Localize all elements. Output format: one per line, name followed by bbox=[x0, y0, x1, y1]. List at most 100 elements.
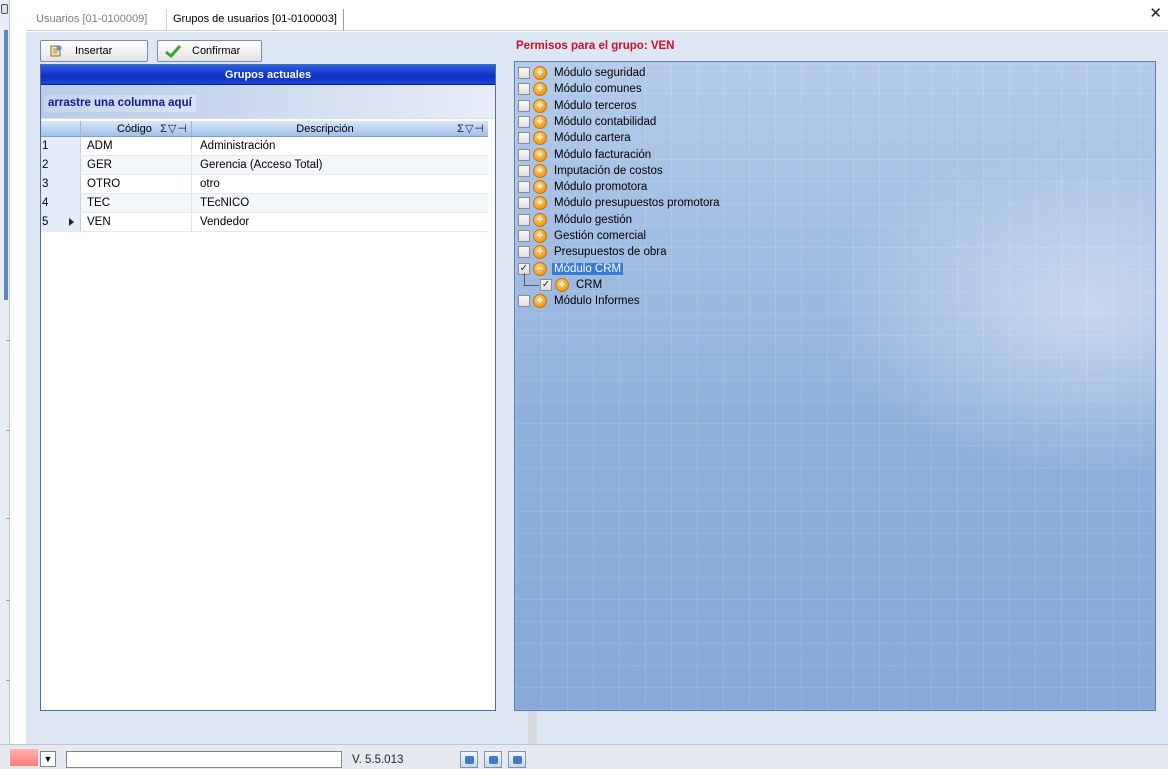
table-row[interactable]: 5 VEN Vendedor bbox=[41, 213, 488, 232]
table-row[interactable]: 4 TEC TEcNICO bbox=[41, 194, 488, 213]
tree-item[interactable]: + Módulo comunes bbox=[518, 81, 644, 97]
close-icon[interactable]: ✕ bbox=[1149, 6, 1162, 21]
row-number: 1 bbox=[41, 137, 81, 155]
expand-icon[interactable]: + bbox=[533, 131, 547, 145]
cell-code[interactable]: OTRO bbox=[81, 175, 192, 193]
expand-icon[interactable]: + bbox=[533, 196, 547, 210]
expand-icon[interactable]: + bbox=[533, 294, 547, 308]
status-button-1[interactable] bbox=[460, 751, 478, 768]
cell-code[interactable]: ADM bbox=[81, 137, 192, 155]
expand-icon[interactable]: + bbox=[533, 213, 547, 227]
version-label: V. 5.5.013 bbox=[352, 754, 404, 766]
tree-checkbox[interactable] bbox=[518, 149, 530, 161]
status-bar: ▼ V. 5.5.013 bbox=[0, 744, 1168, 769]
tree-item[interactable]: −Módulo CRM bbox=[518, 261, 624, 277]
tree-checkbox[interactable] bbox=[518, 246, 530, 258]
group-by-area[interactable]: arrastre una columna aquí bbox=[41, 85, 495, 119]
grid-header: Código Σ▽⊣ Descripción Σ▽⊣ bbox=[41, 121, 488, 137]
tab-grupos-usuarios[interactable]: Grupos de usuarios [01-0100003] bbox=[166, 9, 344, 30]
tree-item[interactable]: + CRM bbox=[540, 277, 604, 293]
tree-checkbox[interactable] bbox=[540, 279, 552, 291]
tree-item[interactable]: + Módulo cartera bbox=[518, 130, 633, 146]
cell-description[interactable]: Vendedor bbox=[192, 213, 488, 231]
status-field[interactable] bbox=[66, 751, 342, 768]
cell-description[interactable]: Administración bbox=[192, 137, 488, 155]
cell-description[interactable]: TEcNICO bbox=[192, 194, 488, 212]
row-number-text: 1 bbox=[42, 140, 49, 152]
expand-icon[interactable]: + bbox=[533, 180, 547, 194]
tree-item[interactable]: + Imputación de costos bbox=[518, 163, 665, 179]
table-row[interactable]: 2 GER Gerencia (Acceso Total) bbox=[41, 156, 488, 175]
expand-icon[interactable]: + bbox=[533, 66, 547, 80]
tree-item-label: Módulo Informes bbox=[554, 295, 640, 307]
tree-item[interactable]: + Módulo seguridad bbox=[518, 65, 647, 81]
sum-filter-pin-icon[interactable]: Σ▽⊣ bbox=[457, 121, 485, 137]
tree-checkbox[interactable] bbox=[518, 214, 530, 226]
expand-icon[interactable]: + bbox=[533, 115, 547, 129]
expand-icon[interactable]: + bbox=[533, 99, 547, 113]
row-number-text: 4 bbox=[42, 197, 49, 209]
column-header-description-label: Descripción bbox=[296, 123, 354, 135]
expand-icon[interactable]: + bbox=[555, 278, 569, 292]
status-button-icon bbox=[488, 755, 498, 764]
insert-icon bbox=[47, 44, 65, 58]
tree-item-label: Módulo terceros bbox=[554, 100, 637, 112]
row-number: 4 bbox=[41, 194, 81, 212]
tree-item[interactable]: + Gestión comercial bbox=[518, 228, 648, 244]
column-header-code-label: Código bbox=[117, 123, 152, 135]
row-number: 2 bbox=[41, 156, 81, 174]
tree-item[interactable]: + Presupuestos de obra bbox=[518, 244, 669, 260]
expand-icon[interactable]: + bbox=[533, 164, 547, 178]
collapse-icon[interactable]: − bbox=[533, 262, 547, 276]
expand-icon[interactable]: + bbox=[533, 148, 547, 162]
cell-code[interactable]: VEN bbox=[81, 213, 192, 231]
expand-icon[interactable]: + bbox=[533, 245, 547, 259]
tree-item[interactable]: + Módulo promotora bbox=[518, 179, 649, 195]
expand-icon[interactable]: + bbox=[533, 229, 547, 243]
tree-checkbox[interactable] bbox=[518, 100, 530, 112]
status-dropdown[interactable]: ▼ bbox=[40, 751, 56, 767]
expand-icon[interactable]: + bbox=[533, 82, 547, 96]
tab-usuarios[interactable]: Usuarios [01-0100009] bbox=[30, 9, 153, 30]
tree-checkbox[interactable] bbox=[518, 230, 530, 242]
tree-item[interactable]: + Módulo Informes bbox=[518, 293, 642, 309]
permissions-title: Permisos para el grupo: VEN bbox=[516, 40, 675, 52]
tree-item[interactable]: + Módulo presupuestos promotora bbox=[518, 195, 722, 211]
tree-checkbox[interactable] bbox=[518, 116, 530, 128]
status-button-3[interactable] bbox=[508, 751, 526, 768]
tree-checkbox[interactable] bbox=[518, 165, 530, 177]
tree-checkbox[interactable] bbox=[518, 295, 530, 307]
tree-item[interactable]: + Módulo gestión bbox=[518, 212, 634, 228]
tree-item[interactable]: + Módulo contabilidad bbox=[518, 114, 658, 130]
column-header-code[interactable]: Código Σ▽⊣ bbox=[81, 121, 192, 136]
cell-description[interactable]: otro bbox=[192, 175, 488, 193]
tree-item-label: Módulo cartera bbox=[554, 132, 631, 144]
cell-description[interactable]: Gerencia (Acceso Total) bbox=[192, 156, 488, 174]
current-row-arrow-icon bbox=[69, 218, 74, 226]
tree-item[interactable]: + Módulo terceros bbox=[518, 98, 638, 114]
tree-item-label: Módulo comunes bbox=[554, 83, 642, 95]
column-header-description[interactable]: Descripción Σ▽⊣ bbox=[192, 121, 488, 136]
insert-label: Insertar bbox=[75, 45, 113, 57]
status-button-icon bbox=[464, 755, 474, 764]
tree-item-label: Módulo seguridad bbox=[554, 67, 646, 79]
tree-checkbox[interactable] bbox=[518, 181, 530, 193]
tree-item-label: Gestión comercial bbox=[554, 230, 647, 242]
table-row[interactable]: 1 ADM Administración bbox=[41, 137, 488, 156]
row-number-header bbox=[41, 121, 81, 136]
tree-item-label: Módulo contabilidad bbox=[554, 116, 657, 128]
tree-item[interactable]: + Módulo facturación bbox=[518, 147, 653, 163]
status-button-2[interactable] bbox=[484, 751, 502, 768]
cell-code[interactable]: GER bbox=[81, 156, 192, 174]
tree-checkbox[interactable] bbox=[518, 83, 530, 95]
cell-code[interactable]: TEC bbox=[81, 194, 192, 212]
tree-checkbox[interactable] bbox=[518, 197, 530, 209]
sum-filter-pin-icon[interactable]: Σ▽⊣ bbox=[160, 121, 188, 137]
table-row[interactable]: 3 OTRO otro bbox=[41, 175, 488, 194]
insert-button[interactable]: Insertar bbox=[40, 40, 148, 62]
status-indicator bbox=[10, 749, 38, 766]
tree-checkbox[interactable] bbox=[518, 132, 530, 144]
confirm-button[interactable]: Confirmar bbox=[157, 40, 262, 62]
tree-checkbox[interactable] bbox=[518, 67, 530, 79]
edge-tick bbox=[6, 340, 10, 341]
